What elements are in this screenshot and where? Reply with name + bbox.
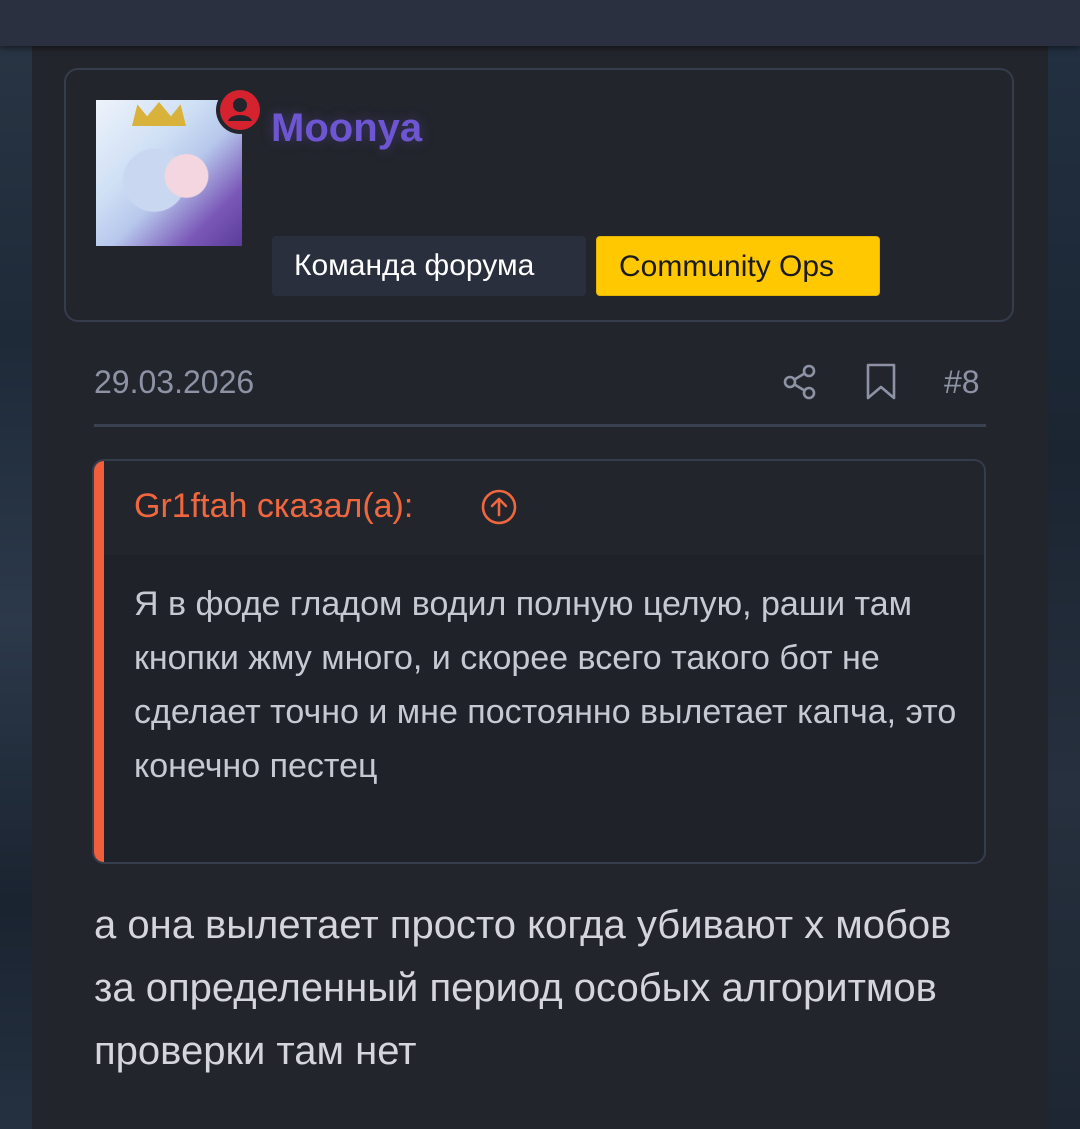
meta-divider <box>94 424 986 427</box>
quote-text: Я в фоде гладом водил полную целую, раши… <box>134 585 957 785</box>
badge-community-ops: Community Ops <box>596 236 880 296</box>
quote-block: Gr1ftah сказал(а): Я в фоде гладом водил… <box>92 459 986 864</box>
bookmark-icon[interactable] <box>864 362 898 407</box>
badge-forum-team: Команда форума <box>272 236 586 296</box>
page-background-left <box>0 0 36 1129</box>
share-icon[interactable] <box>780 362 820 407</box>
quote-accent-bar <box>94 461 104 862</box>
page-background-right <box>1044 0 1080 1129</box>
quote-author-link[interactable]: Gr1ftah сказал(а): <box>134 487 413 526</box>
author-username[interactable]: Moonya <box>271 106 422 151</box>
quote-header: Gr1ftah сказал(а): <box>104 461 984 555</box>
forum-post: Moonya Команда форума Community Ops 29.0… <box>32 46 1048 1129</box>
post-number-link[interactable]: #8 <box>944 364 980 401</box>
arrow-up-circle-icon[interactable] <box>479 487 519 532</box>
author-card: Moonya Команда форума Community Ops <box>64 68 1014 322</box>
crown-decoration <box>132 102 186 126</box>
online-indicator-icon <box>216 86 264 134</box>
post-message-text: а она вылетает просто когда убивают х мо… <box>94 903 952 1073</box>
post-date[interactable]: 29.03.2026 <box>94 364 254 401</box>
top-navigation-bar <box>0 0 1080 46</box>
